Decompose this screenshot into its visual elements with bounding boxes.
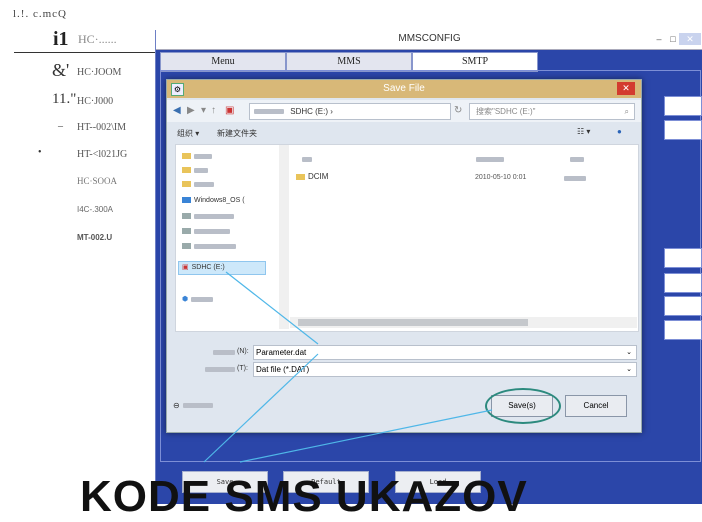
- file-date: 2010-05-10 0:01: [475, 174, 527, 181]
- tree-item[interactable]: [182, 153, 212, 160]
- tree-item[interactable]: [182, 228, 230, 235]
- list-item: HC·JOOM: [77, 67, 122, 78]
- left-panel-header-rest: HC·......: [78, 32, 117, 46]
- config-field[interactable]: [664, 320, 702, 340]
- horizontal-scrollbar[interactable]: [290, 317, 637, 328]
- tree-item[interactable]: [182, 167, 208, 174]
- tree-item-windows[interactable]: Windows8_OS (: [182, 197, 245, 204]
- tree-item-label: Windows8_OS (: [194, 197, 245, 204]
- left-panel-divider: [14, 52, 158, 53]
- file-type: [564, 176, 586, 181]
- config-field[interactable]: [664, 120, 702, 140]
- hide-folders-toggle[interactable]: ⊖: [173, 401, 213, 410]
- tree-item[interactable]: [182, 213, 234, 220]
- left-panel: i1 HC·...... &' HC·JOOM 11." HC·J000 – H…: [0, 28, 160, 504]
- filename-label: (N):: [237, 348, 249, 355]
- tab-mms[interactable]: MMS: [286, 52, 412, 72]
- address-path: SDHC (E:) ›: [290, 107, 333, 116]
- save-file-dialog: ⚙ Save File ✕ ◀ ▶ ▾ ↑ ▣ SDHC (E:) › ↻ 搜索…: [166, 79, 642, 433]
- tree-scrollbar[interactable]: [279, 145, 289, 329]
- address-bar: ◀ ▶ ▾ ↑ ▣ SDHC (E:) › ↻ 搜索"SDHC (E:)" ⌕: [167, 100, 641, 122]
- search-placeholder: 搜索"SDHC (E:)": [476, 107, 536, 116]
- list-item: HT--002\IM: [77, 122, 127, 133]
- refresh-icon[interactable]: ↻: [454, 105, 462, 116]
- left-panel-header: i1: [53, 28, 69, 50]
- drive-icon: ▣: [225, 105, 235, 116]
- column-header: [476, 157, 504, 162]
- tab-menu[interactable]: Menu: [160, 52, 286, 72]
- navigation-tree: Windows8_OS ( ▣ SDHC (E:) ⬢: [176, 145, 280, 329]
- config-field[interactable]: [664, 96, 702, 116]
- close-icon[interactable]: ✕: [679, 33, 701, 45]
- blurred-text: [254, 109, 284, 115]
- tree-item[interactable]: [182, 181, 214, 188]
- list-item: MT-002.U: [77, 233, 113, 242]
- filename-value: Parameter.dat: [256, 348, 307, 357]
- back-icon[interactable]: ◀: [173, 105, 181, 116]
- config-field[interactable]: [664, 296, 702, 316]
- list-item[interactable]: DCIM: [296, 172, 328, 181]
- list-item: HC·J000: [77, 96, 114, 107]
- tab-smtp[interactable]: SMTP: [412, 52, 538, 72]
- config-field[interactable]: [664, 273, 702, 293]
- search-icon: ⌕: [624, 107, 629, 116]
- list-item-bullet: •: [38, 147, 42, 158]
- list-item-bullet: &': [52, 60, 70, 80]
- filename-input[interactable]: Parameter.dat ⌄: [253, 345, 637, 360]
- file-browser: Windows8_OS ( ▣ SDHC (E:) ⬢ DCIM 2010-05-…: [175, 144, 639, 332]
- list-item-bullet: –: [58, 121, 63, 132]
- address-input[interactable]: SDHC (E:) ›: [249, 103, 451, 120]
- recent-dropdown-icon[interactable]: ▾: [201, 105, 206, 116]
- file-name: DCIM: [308, 172, 329, 181]
- top-caption: l.!. c.mcQ: [13, 8, 67, 20]
- app-title: MMSCONFIG: [398, 33, 461, 44]
- search-input[interactable]: 搜索"SDHC (E:)" ⌕: [469, 103, 635, 120]
- network-icon: ⬢: [182, 296, 189, 303]
- filetype-select[interactable]: Dat file (*.DAT) ⌄: [253, 362, 637, 377]
- column-header: [302, 157, 312, 162]
- file-list: DCIM 2010-05-10 0:01: [290, 145, 637, 317]
- list-item-bullet: 11.": [52, 91, 77, 107]
- tree-item-network[interactable]: ⬢: [182, 295, 214, 303]
- collapse-icon: ⊖: [173, 401, 180, 410]
- column-header: [570, 157, 584, 162]
- up-icon[interactable]: ↑: [211, 105, 216, 116]
- help-icon[interactable]: ●: [617, 127, 622, 136]
- tree-item-label: SDHC (E:): [191, 264, 225, 271]
- sdcard-icon: ▣: [182, 264, 189, 271]
- dialog-title: Save File: [383, 83, 425, 94]
- app-tabs: Menu MMS SMTP: [160, 52, 540, 72]
- config-field[interactable]: [664, 248, 702, 268]
- list-item: HC·SOOA: [77, 176, 118, 186]
- chevron-down-icon: ⌄: [626, 349, 632, 356]
- scrollbar-thumb[interactable]: [298, 319, 528, 326]
- dialog-titlebar: ⚙ Save File ✕: [167, 80, 641, 98]
- filetype-label: (T):: [237, 365, 248, 372]
- maximize-icon[interactable]: □: [666, 33, 680, 45]
- tree-item[interactable]: [182, 243, 236, 250]
- filetype-value: Dat file (*.DAT): [256, 365, 310, 374]
- minimize-icon[interactable]: –: [652, 33, 666, 45]
- chevron-down-icon: ⌄: [626, 366, 632, 373]
- app-titlebar: MMSCONFIG – □ ✕: [156, 30, 702, 50]
- folder-icon: [296, 173, 305, 180]
- organize-menu[interactable]: 组织 ▾: [177, 128, 199, 139]
- view-options-icon[interactable]: ☷ ▾: [577, 127, 590, 136]
- dialog-close-icon[interactable]: ✕: [617, 82, 635, 95]
- cancel-button[interactable]: Cancel: [565, 395, 627, 417]
- forward-icon[interactable]: ▶: [187, 105, 195, 116]
- overlay-caption: KODE SMS UKAZOV: [80, 472, 528, 521]
- list-item: HT-<l021JG: [77, 149, 128, 160]
- dialog-toolbar: 组织 ▾ 新建文件夹 ☷ ▾ ●: [167, 124, 641, 142]
- new-folder-button[interactable]: 新建文件夹: [217, 128, 257, 139]
- list-item: I4C-.300A: [77, 205, 114, 214]
- highlight-circle: [485, 388, 561, 424]
- tree-item-sdhc[interactable]: ▣ SDHC (E:): [182, 263, 225, 271]
